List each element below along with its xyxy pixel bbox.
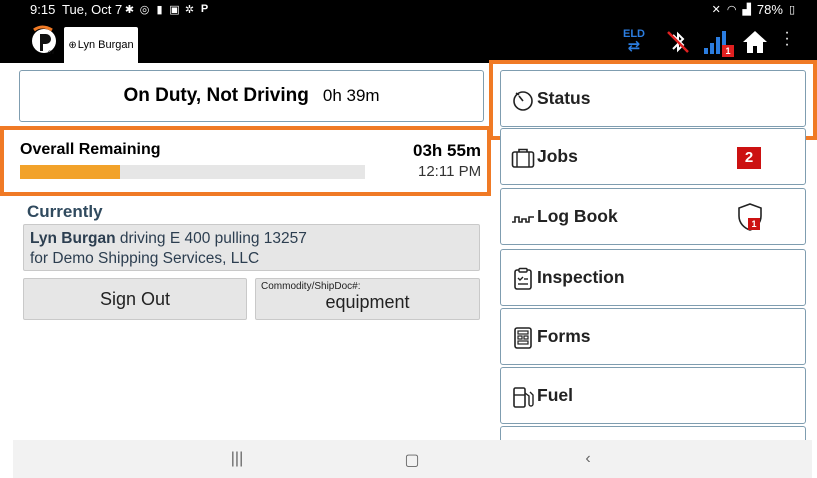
menu-inspection-label: Inspection xyxy=(537,267,625,287)
battery-level: 78% xyxy=(756,2,783,17)
remaining-title: Overall Remaining xyxy=(20,141,161,158)
driver-name: Lyn Burgan xyxy=(30,230,116,247)
driving-text: driving E 400 pulling 13257 xyxy=(115,230,307,247)
jobs-count-badge: 2 xyxy=(737,147,761,169)
bluetooth-off-icon[interactable] xyxy=(665,28,691,56)
eld-connection-button[interactable]: ELD ⇄ xyxy=(622,28,646,56)
swap-arrows-icon: ⇄ xyxy=(627,38,641,55)
duty-status-button[interactable]: On Duty, Not Driving 0h 39m xyxy=(19,70,484,122)
svg-text:ov: ov xyxy=(48,50,54,56)
menu-logbook-button[interactable]: Log Book 1 xyxy=(500,188,806,245)
remaining-clock: 12:11 PM xyxy=(418,163,482,180)
menu-next-button-partial[interactable] xyxy=(500,426,806,440)
logbook-wave-icon xyxy=(512,216,534,223)
user-pin-icon: ⊕ xyxy=(68,39,77,51)
commodity-value: equipment xyxy=(325,292,410,312)
menu-logbook-label: Log Book xyxy=(537,206,618,226)
menu-inspection-button[interactable]: Inspection xyxy=(500,249,806,306)
gallery-icon: ▣ xyxy=(169,4,180,16)
commodity-field[interactable]: Commodity/ShipDoc#: equipment xyxy=(255,278,480,320)
menu-forms-label: Forms xyxy=(537,326,591,346)
duty-elapsed: 0h 39m xyxy=(322,86,380,105)
remaining-time: 03h 55m xyxy=(413,141,482,160)
signal-badge: 1 xyxy=(722,45,734,57)
more-options-icon[interactable]: · · · xyxy=(782,25,792,53)
wifi-icon: ◠ xyxy=(726,4,737,16)
status-left-icons: ✱ ◎ ▮ ▣ ✲ P xyxy=(124,3,210,16)
status-right-icons: ✕ ◠ ▟ 78% ▯ xyxy=(712,2,795,17)
app-logo-icon: ov xyxy=(32,25,56,56)
cellular-icon: ▟ xyxy=(742,4,751,16)
user-tab-label: Lyn Burgan xyxy=(77,39,134,51)
home-icon[interactable] xyxy=(741,28,769,56)
duty-status-text: On Duty, Not Driving xyxy=(123,85,309,106)
mute-icon: ✕ xyxy=(711,4,721,16)
system-nav-bar: ||| ▢ ‹ xyxy=(13,440,812,478)
menu-fuel-button[interactable]: Fuel xyxy=(500,367,806,424)
current-assignment: Lyn Burgan driving E 400 pulling 13257 f… xyxy=(23,224,480,271)
menu-fuel-label: Fuel xyxy=(537,385,573,405)
menu-jobs-label: Jobs xyxy=(537,146,578,166)
back-icon[interactable]: ‹ xyxy=(578,450,598,470)
app-screen: 9:15 Tue, Oct 7 ✱ ◎ ▮ ▣ ✲ P ✕ ◠ ▟ 78% ▯ … xyxy=(0,0,817,478)
fuel-pump-icon xyxy=(513,387,534,408)
remaining-progress-fill xyxy=(20,165,121,179)
menu-jobs-button[interactable]: Jobs 2 xyxy=(500,128,806,185)
status-date: Tue, Oct 7 xyxy=(62,2,123,17)
top-bar: 9:15 Tue, Oct 7 ✱ ◎ ▮ ▣ ✲ P ✕ ◠ ▟ 78% ▯ … xyxy=(0,0,817,63)
battery-saver-icon: ▮ xyxy=(156,4,163,16)
form-icon xyxy=(514,327,532,349)
company-text: for Demo Shipping Services, LLC xyxy=(30,250,260,267)
remaining-highlight xyxy=(0,126,491,196)
briefcase-icon xyxy=(511,148,535,168)
user-tab[interactable]: ⊕ Lyn Burgan xyxy=(64,27,138,63)
logbook-alert-badge: 1 xyxy=(748,218,760,230)
remaining-progress-bar xyxy=(20,165,365,179)
clipboard-check-icon xyxy=(514,267,532,290)
commodity-label: Commodity/ShipDoc#: xyxy=(261,281,361,292)
settings-icon: ✲ xyxy=(184,4,195,16)
status-time: 9:15 xyxy=(30,2,56,17)
sync-icon: ◎ xyxy=(139,4,150,16)
currently-heading: Currently xyxy=(27,202,103,221)
home-nav-icon[interactable]: ▢ xyxy=(402,450,422,470)
sign-out-button[interactable]: Sign Out xyxy=(23,278,247,320)
battery-icon: ▯ xyxy=(788,4,795,16)
p-app-icon: P xyxy=(200,3,209,15)
menu-forms-button[interactable]: Forms xyxy=(500,308,806,365)
recent-apps-icon[interactable]: ||| xyxy=(227,450,247,470)
bluetooth-icon: ✱ xyxy=(124,4,135,16)
